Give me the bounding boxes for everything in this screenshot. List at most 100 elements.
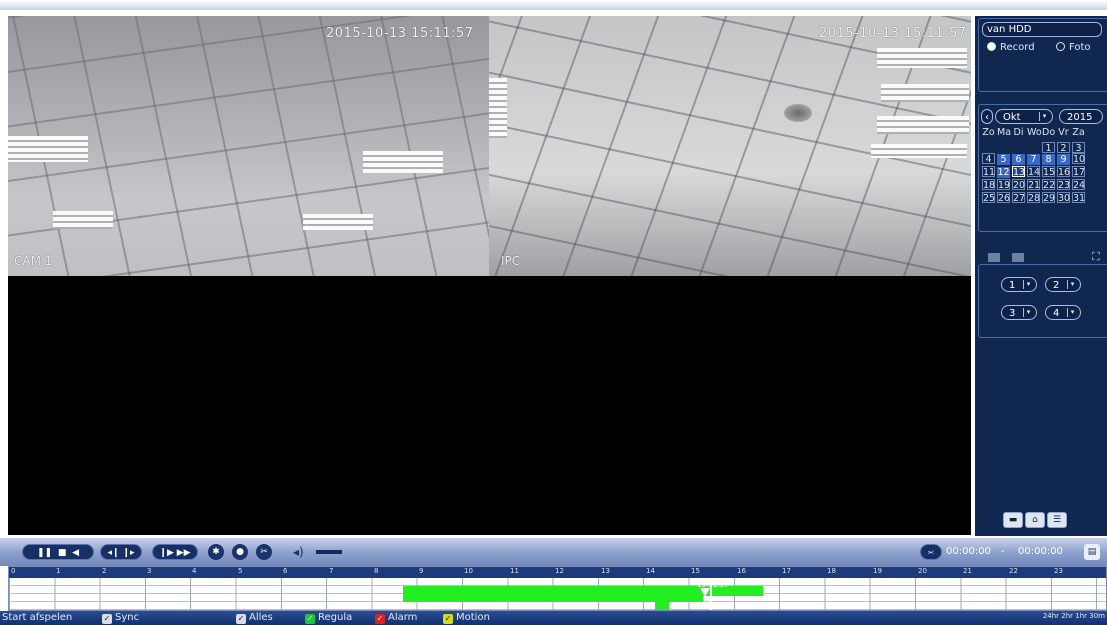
calendar-day[interactable]: 22 [1042,179,1055,191]
hour-tick: 13 [601,567,610,575]
layout-quad-icon[interactable] [1012,253,1024,262]
channel-select-1[interactable]: 1 ▾ [1001,277,1037,292]
calendar-day[interactable]: 28 [1027,192,1040,204]
source-select[interactable]: van HDD [982,22,1102,37]
timeline[interactable]: 0 1 2 3 4 5 6 7 8 9 10 11 12 13 14 15 16… [8,566,1107,611]
calendar-day[interactable]: 27 [1012,192,1025,204]
volume-slider[interactable] [316,550,342,554]
slow-play-icon[interactable]: ❙▶ [159,548,173,558]
channel-panel: 1 ▾ 2 ▾ 3 ▾ 4 ▾ [978,264,1107,338]
calendar-day[interactable]: 3 [1072,142,1085,154]
calendar-day[interactable]: 20 [1012,179,1025,191]
channel-select-2[interactable]: 2 ▾ [1045,277,1081,292]
check-icon: ✓ [443,614,453,624]
record-segment[interactable] [655,602,669,610]
sync-checkbox[interactable]: ✓ Sync [102,612,139,624]
calendar-day[interactable]: 7 [1027,154,1040,165]
chevron-down-icon: ▾ [1039,112,1049,121]
camera-view-2[interactable]: 2015-10-13 15:11:57 IPC [489,16,971,276]
video-mode-icon[interactable]: ▬ [1003,512,1023,528]
motion-label: Motion [456,612,490,623]
clip-time-icon[interactable]: ✂ [920,544,942,560]
alarm-label: Alarm [388,612,418,623]
calendar-day[interactable]: 17 [1072,166,1085,178]
pause-icon[interactable]: ❚❚ [37,548,52,558]
calendar-day[interactable]: 23 [1057,179,1070,191]
record-segment[interactable] [403,586,703,602]
camera-view-1[interactable]: 2015-10-13 15:11:57 CAM 1 [8,16,489,276]
calendar-day[interactable]: 15 [1042,166,1055,178]
calendar-day[interactable]: 5 [997,154,1010,165]
clip-end-time[interactable]: 00:00:00 [1018,546,1063,557]
calendar-day[interactable]: 4 [982,153,995,165]
calendar-day[interactable]: 14 [1027,166,1040,178]
prev-month-button[interactable]: ‹ [981,109,993,124]
stop-icon[interactable]: ■ [58,548,67,558]
volume-icon[interactable]: ◂) [293,545,304,559]
calendar-day[interactable]: 11 [982,166,995,178]
weekday: Wo [1027,127,1042,138]
calendar-day[interactable]: 6 [1012,154,1025,165]
prev-frame-icon[interactable]: ◂❙ [108,548,120,558]
snapshot-icon[interactable]: ● [232,544,248,560]
weekday: Do [1042,127,1056,138]
calendar-day[interactable]: 29 [1042,192,1055,204]
save-icon[interactable]: ▤ [1084,544,1100,560]
calendar-weekdays: Zo Ma Di WoDo Vr Za [982,127,1087,138]
calendar-day[interactable]: 8 [1042,154,1055,165]
hour-tick: 16 [737,567,746,575]
start-playback-label[interactable]: Start afspelen [2,612,72,623]
calendar-day[interactable]: 1 [1042,142,1055,154]
hour-tick: 14 [646,567,655,575]
calendar-day[interactable]: 16 [1057,166,1070,178]
calendar-day[interactable]: 25 [982,192,995,204]
radio-record[interactable]: Record [987,42,1035,53]
channel-select-4[interactable]: 4 ▾ [1045,305,1081,320]
year-select[interactable]: 2015 [1059,109,1103,124]
hour-tick: 3 [147,567,152,575]
ceiling-light [871,144,967,158]
motion-checkbox[interactable]: ✓ Motion [443,612,490,624]
bookmark-icon[interactable]: ⌂ [1025,512,1045,528]
month-select[interactable]: Okt ▾ [995,109,1053,124]
calendar-day[interactable]: 21 [1027,179,1040,191]
timeline-zoom-options[interactable]: 24hr 2hr 1hr 30m [1043,612,1105,620]
calendar-day[interactable]: 24 [1072,179,1085,191]
next-frame-icon[interactable]: ❙▸ [122,548,134,558]
calendar-day-selected[interactable]: 13 [1012,166,1025,178]
alarm-checkbox[interactable]: ✓ Alarm [375,612,417,624]
time-separator: - [1001,546,1005,557]
hour-tick: 9 [419,567,424,575]
calendar-day [997,140,1010,151]
sync-label: Sync [115,612,140,623]
clip-icon[interactable]: ✂ [256,544,272,560]
layout-single-icon[interactable] [988,253,1000,262]
ceiling-light [53,211,113,229]
list-icon[interactable]: ☰ [1047,512,1067,528]
reverse-play-icon[interactable]: ◀ [72,548,79,558]
regular-checkbox[interactable]: ✓ Regula [305,612,352,624]
all-checkbox[interactable]: ✓ Alles [236,612,273,624]
calendar-day[interactable]: 2 [1057,142,1070,154]
calendar-day[interactable]: 18 [982,179,995,191]
calendar-day[interactable]: 30 [1057,192,1070,204]
calendar-day[interactable]: 19 [997,179,1010,191]
ceiling-light [489,78,507,138]
calendar-day[interactable]: 31 [1072,192,1085,204]
timeline-cursor[interactable] [710,578,712,610]
calendar-day[interactable]: 26 [997,192,1010,204]
calendar-day [982,140,995,151]
calendar-day[interactable]: 10 [1072,153,1085,165]
channel-select-3[interactable]: 3 ▾ [1001,305,1037,320]
camera-view-empty[interactable] [8,276,971,535]
smart-search-icon[interactable]: ✱ [208,544,224,560]
radio-foto[interactable]: Foto [1056,42,1091,53]
fullscreen-icon[interactable]: ⛶ [1092,250,1100,264]
calendar-day[interactable]: 9 [1057,154,1070,165]
calendar-day[interactable]: 12 [997,167,1010,178]
camera-label: CAM 1 [14,254,53,268]
clip-start-time[interactable]: 00:00:00 [946,546,991,557]
fast-forward-icon[interactable]: ▶▶ [177,548,191,558]
hour-tick: 4 [192,567,197,575]
radio-foto-label: Foto [1069,42,1091,53]
